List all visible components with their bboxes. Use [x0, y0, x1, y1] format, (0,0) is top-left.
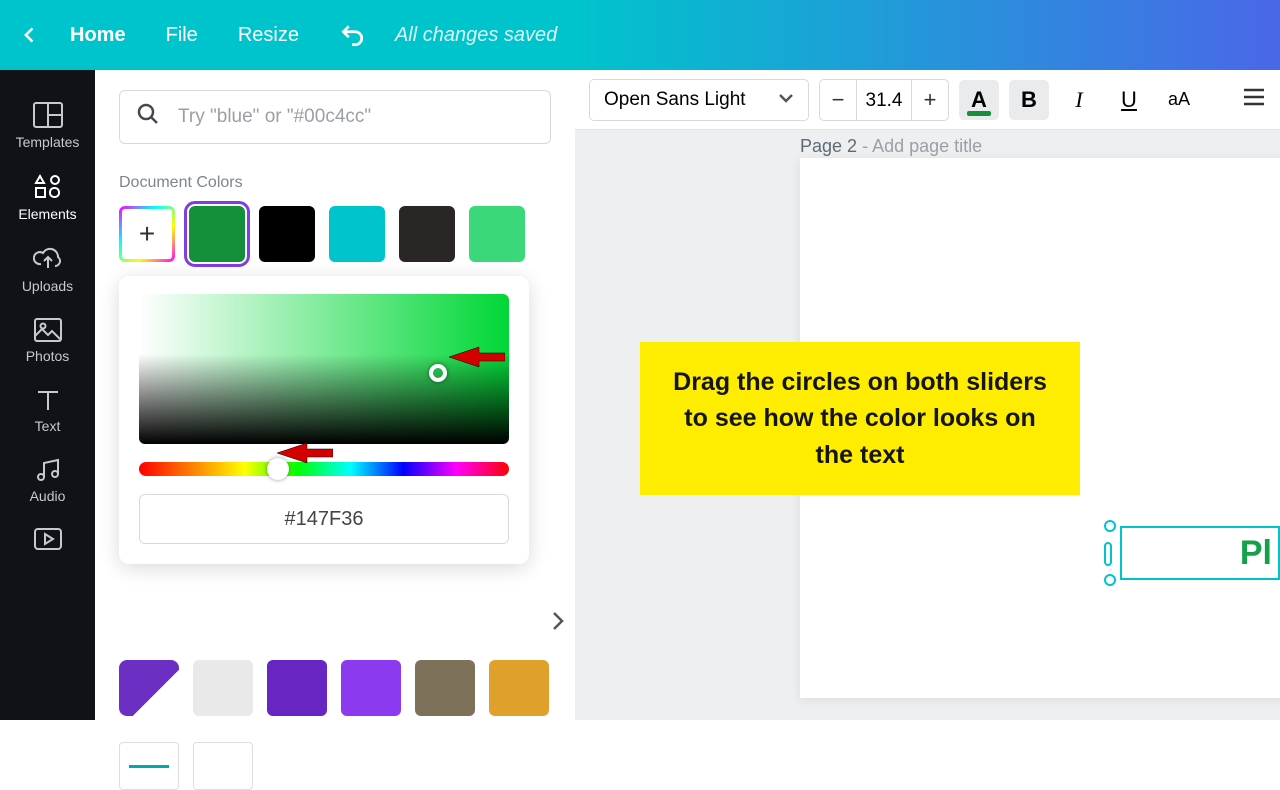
nav-uploads[interactable]: Uploads — [0, 234, 95, 306]
increase-size-button[interactable]: + — [912, 87, 948, 113]
text-color-swatch-bar — [967, 111, 991, 116]
font-dropdown[interactable]: Open Sans Light — [589, 79, 809, 121]
color-swatch[interactable] — [329, 206, 385, 262]
bold-button[interactable]: B — [1009, 80, 1049, 120]
file-menu[interactable]: File — [166, 24, 198, 47]
font-size-value[interactable]: 31.4 — [856, 80, 912, 120]
nav-text[interactable]: Text — [0, 376, 95, 446]
thumbnail[interactable] — [193, 742, 253, 790]
document-colors-label: Document Colors — [119, 174, 551, 192]
selection-handle[interactable] — [1104, 574, 1116, 586]
page-label[interactable]: Page 2 - Add page title — [800, 136, 982, 157]
decrease-size-button[interactable]: − — [820, 87, 856, 113]
color-swatch[interactable] — [189, 206, 245, 262]
photo-color-swatch[interactable] — [267, 660, 327, 716]
nav-label: Elements — [0, 206, 95, 222]
nav-label: Audio — [0, 488, 95, 504]
top-toolbar: Home File Resize All changes saved — [0, 0, 1280, 70]
chevron-right-icon[interactable] — [551, 610, 565, 637]
more-options-icon[interactable] — [1242, 87, 1266, 112]
photo-color-swatch[interactable] — [415, 660, 475, 716]
color-panel: Try "blue" or "#00c4cc" Document Colors … — [95, 70, 575, 720]
photo-colors-row — [119, 660, 549, 716]
undo-icon[interactable] — [339, 22, 365, 48]
videos-icon — [0, 528, 95, 550]
audio-icon — [0, 458, 95, 482]
nav-label: Text — [0, 418, 95, 434]
color-swatch[interactable] — [469, 206, 525, 262]
color-picker-popover: #147F36 — [119, 276, 529, 564]
page-title-placeholder: Add page title — [872, 136, 982, 156]
nav-elements[interactable]: Elements — [0, 162, 95, 234]
text-color-a-icon: A — [971, 87, 987, 113]
font-size-stepper: − 31.4 + — [819, 79, 949, 121]
text-icon — [0, 388, 95, 412]
thumbnail[interactable] — [119, 742, 179, 790]
underline-button[interactable]: U — [1109, 80, 1149, 120]
annotation-arrow — [449, 344, 505, 375]
photos-icon — [0, 318, 95, 342]
document-colors-row: + — [119, 206, 551, 262]
photo-color-swatch[interactable] — [341, 660, 401, 716]
color-swatch[interactable] — [399, 206, 455, 262]
text-color-button[interactable]: A — [959, 80, 999, 120]
nav-videos[interactable] — [0, 516, 95, 568]
chevron-down-icon — [778, 89, 794, 111]
nav-label: Uploads — [0, 278, 95, 294]
font-name: Open Sans Light — [604, 89, 746, 111]
nav-audio[interactable]: Audio — [0, 446, 95, 516]
page-number: Page 2 — [800, 136, 857, 156]
rotate-handle[interactable] — [1104, 542, 1112, 566]
thumbnails-row — [119, 742, 253, 790]
color-search-input[interactable]: Try "blue" or "#00c4cc" — [119, 90, 551, 144]
text-content: Pl — [1240, 534, 1272, 573]
nav-templates[interactable]: Templates — [0, 90, 95, 162]
italic-button[interactable]: I — [1059, 80, 1099, 120]
home-link[interactable]: Home — [70, 24, 126, 47]
hex-input[interactable]: #147F36 — [139, 494, 509, 544]
add-color-swatch[interactable]: + — [119, 206, 175, 262]
back-icon[interactable] — [20, 25, 40, 45]
save-status: All changes saved — [395, 24, 557, 47]
nav-label: Templates — [0, 134, 95, 150]
templates-icon — [0, 102, 95, 128]
photo-color-swatch[interactable] — [489, 660, 549, 716]
selection-handle[interactable] — [1104, 520, 1116, 532]
text-case-button[interactable]: aA — [1159, 80, 1199, 120]
resize-menu[interactable]: Resize — [238, 24, 299, 47]
uploads-icon — [0, 246, 95, 272]
annotation-callout: Drag the circles on both sliders to see … — [640, 342, 1080, 495]
search-icon — [136, 102, 160, 132]
side-nav: Templates Elements Uploads Photos Text A… — [0, 70, 95, 720]
photo-color-swatch[interactable] — [119, 660, 179, 716]
sl-cursor[interactable] — [429, 364, 447, 382]
text-toolbar: Open Sans Light − 31.4 + A B I U aA — [575, 70, 1280, 130]
elements-icon — [0, 174, 95, 200]
search-placeholder: Try "blue" or "#00c4cc" — [178, 106, 371, 128]
nav-photos[interactable]: Photos — [0, 306, 95, 376]
photo-color-swatch[interactable] — [193, 660, 253, 716]
nav-label: Photos — [0, 348, 95, 364]
annotation-arrow — [277, 440, 333, 471]
selected-text-box[interactable]: Pl — [1120, 526, 1280, 580]
color-swatch[interactable] — [259, 206, 315, 262]
